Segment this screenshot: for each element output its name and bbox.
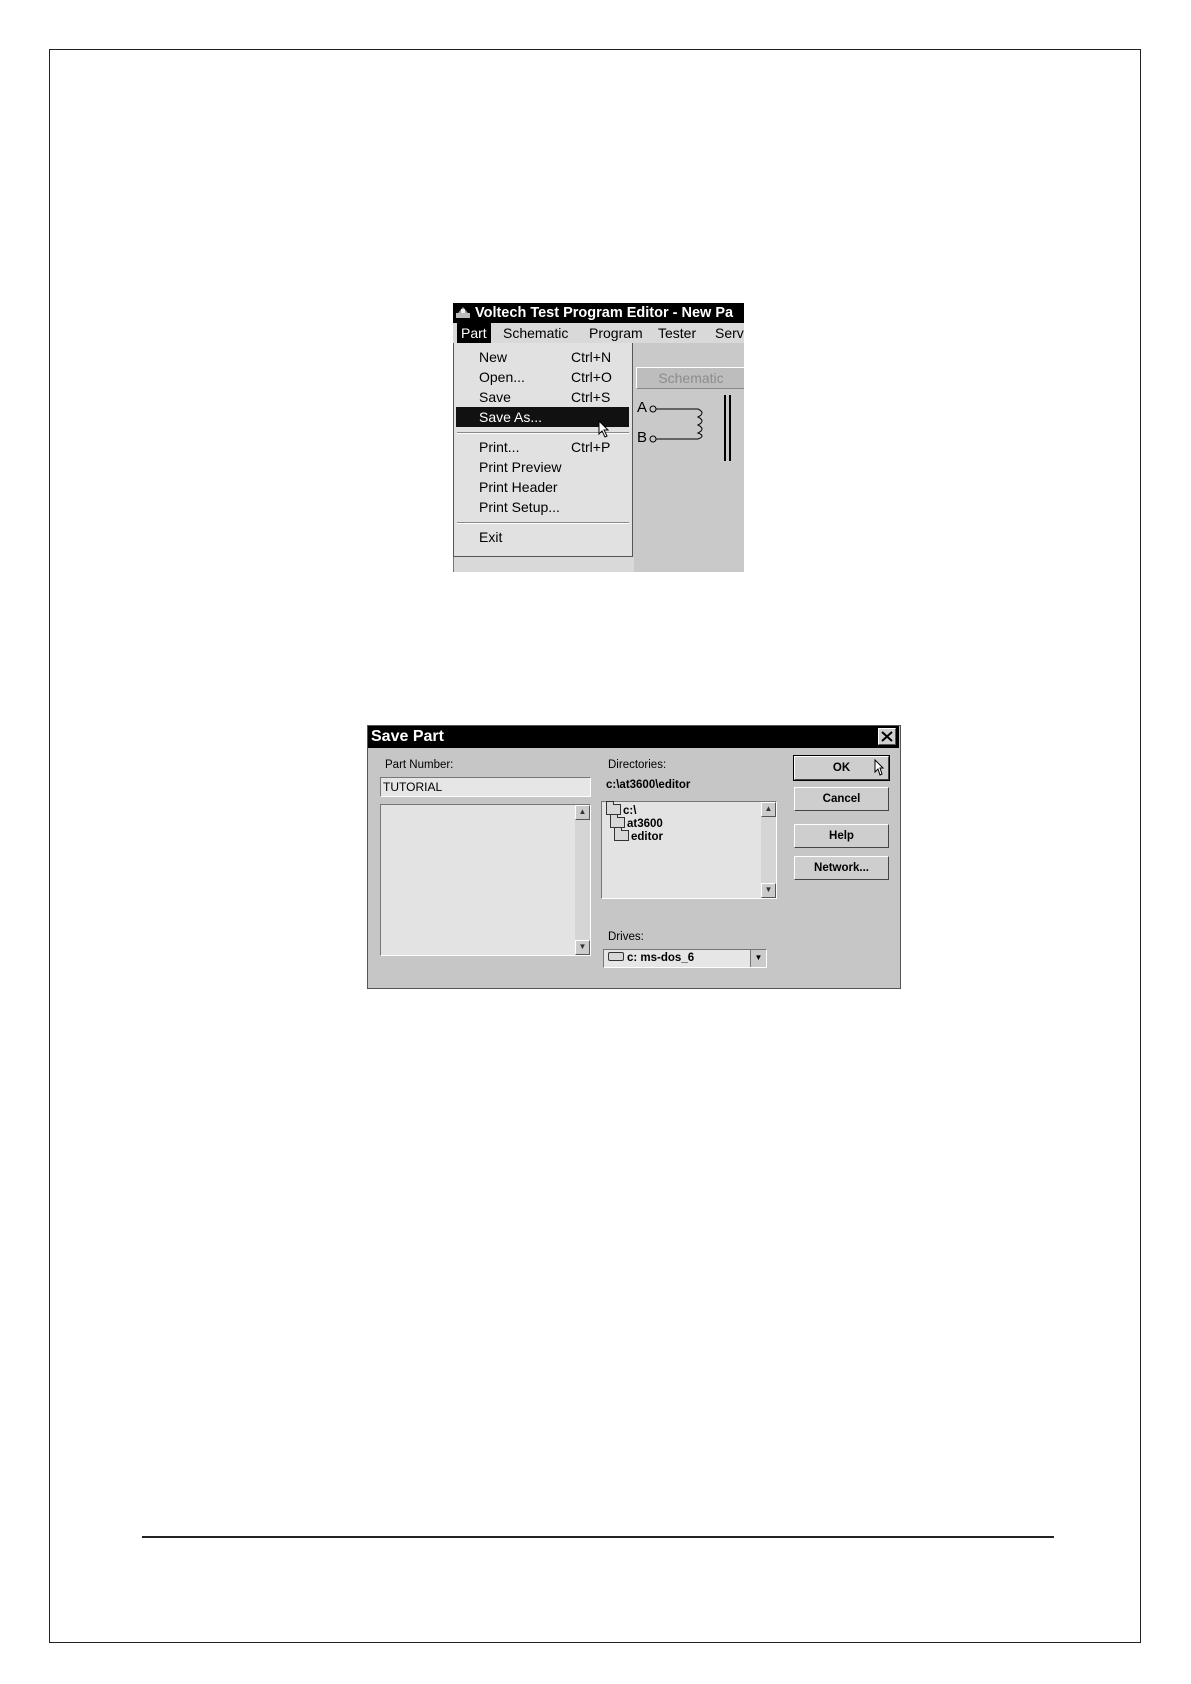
directories-label: Directories:: [608, 759, 667, 771]
part-number-label: Part Number:: [385, 759, 454, 771]
menu-item-open[interactable]: Open... Ctrl+O: [456, 367, 629, 387]
menu-separator: [457, 522, 629, 524]
part-number-input[interactable]: TUTORIAL: [380, 777, 591, 797]
current-directory-path: c:\at3600\editor: [606, 779, 691, 791]
window-title-bar: Voltech Test Program Editor - New Pa: [453, 303, 744, 323]
chevron-down-icon[interactable]: ▼: [750, 950, 766, 967]
scroll-down-button[interactable]: ▼: [761, 883, 776, 898]
menu-screenshot: Voltech Test Program Editor - New Pa Par…: [453, 303, 744, 572]
app-icon: [456, 307, 470, 318]
menu-item-print-preview[interactable]: Print Preview: [456, 457, 629, 477]
menu-schematic[interactable]: Schematic: [499, 323, 572, 343]
menu-item-new[interactable]: New Ctrl+N: [456, 347, 629, 367]
scroll-up-button[interactable]: ▲: [575, 805, 590, 820]
dialog-title: Save Part: [371, 728, 444, 745]
menu-tester[interactable]: Tester: [654, 323, 700, 343]
drives-label: Drives:: [608, 931, 644, 943]
drive-icon: [608, 952, 624, 961]
schematic-drawing: A B: [637, 395, 731, 461]
network-button[interactable]: Network...: [794, 856, 889, 880]
dialog-title-bar: Save Part: [368, 726, 899, 748]
menu-part[interactable]: Part: [457, 323, 491, 343]
scroll-up-button[interactable]: ▲: [761, 802, 776, 817]
cancel-button[interactable]: Cancel: [794, 787, 889, 811]
save-part-dialog: Save Part Part Number: TUTORIAL ▲ ▼ Dire…: [367, 725, 901, 989]
part-list-scrollbar[interactable]: ▲ ▼: [575, 805, 590, 955]
menu-item-print-header[interactable]: Print Header: [456, 477, 629, 497]
status-strip: [453, 557, 634, 572]
footer-rule: [142, 1536, 1054, 1538]
arrow-cursor-icon: [598, 420, 610, 438]
arrow-cursor-icon: [874, 759, 885, 776]
drive-select[interactable]: c: ms-dos_6 ▼: [603, 949, 767, 968]
menu-program[interactable]: Program: [585, 323, 647, 343]
menu-item-print[interactable]: Print... Ctrl+P: [456, 437, 629, 457]
directory-list-scrollbar[interactable]: ▲ ▼: [761, 802, 776, 898]
close-icon: [881, 731, 893, 742]
terminal-b-label: B: [637, 429, 647, 446]
scroll-down-button[interactable]: ▼: [575, 940, 590, 955]
menu-item-exit[interactable]: Exit: [456, 527, 629, 547]
menu-item-save[interactable]: Save Ctrl+S: [456, 387, 629, 407]
menu-service[interactable]: Serv: [711, 323, 744, 343]
tab-schematic[interactable]: Schematic: [636, 367, 744, 389]
directory-item-editor[interactable]: editor: [614, 827, 663, 843]
directory-list-box[interactable]: c:\ at3600 editor ▲ ▼: [601, 801, 777, 899]
help-button[interactable]: Help: [794, 824, 889, 848]
menubar: Part Schematic Program Tester Serv: [453, 323, 744, 343]
window-title: Voltech Test Program Editor - New Pa: [475, 305, 734, 321]
folder-icon: [614, 827, 629, 841]
part-list-box[interactable]: ▲ ▼: [380, 804, 591, 956]
menu-item-print-setup[interactable]: Print Setup...: [456, 497, 629, 517]
terminal-a-label: A: [637, 399, 647, 416]
part-menu-dropdown: New Ctrl+N Open... Ctrl+O Save Ctrl+S Sa…: [453, 343, 633, 557]
close-button[interactable]: [878, 728, 896, 745]
